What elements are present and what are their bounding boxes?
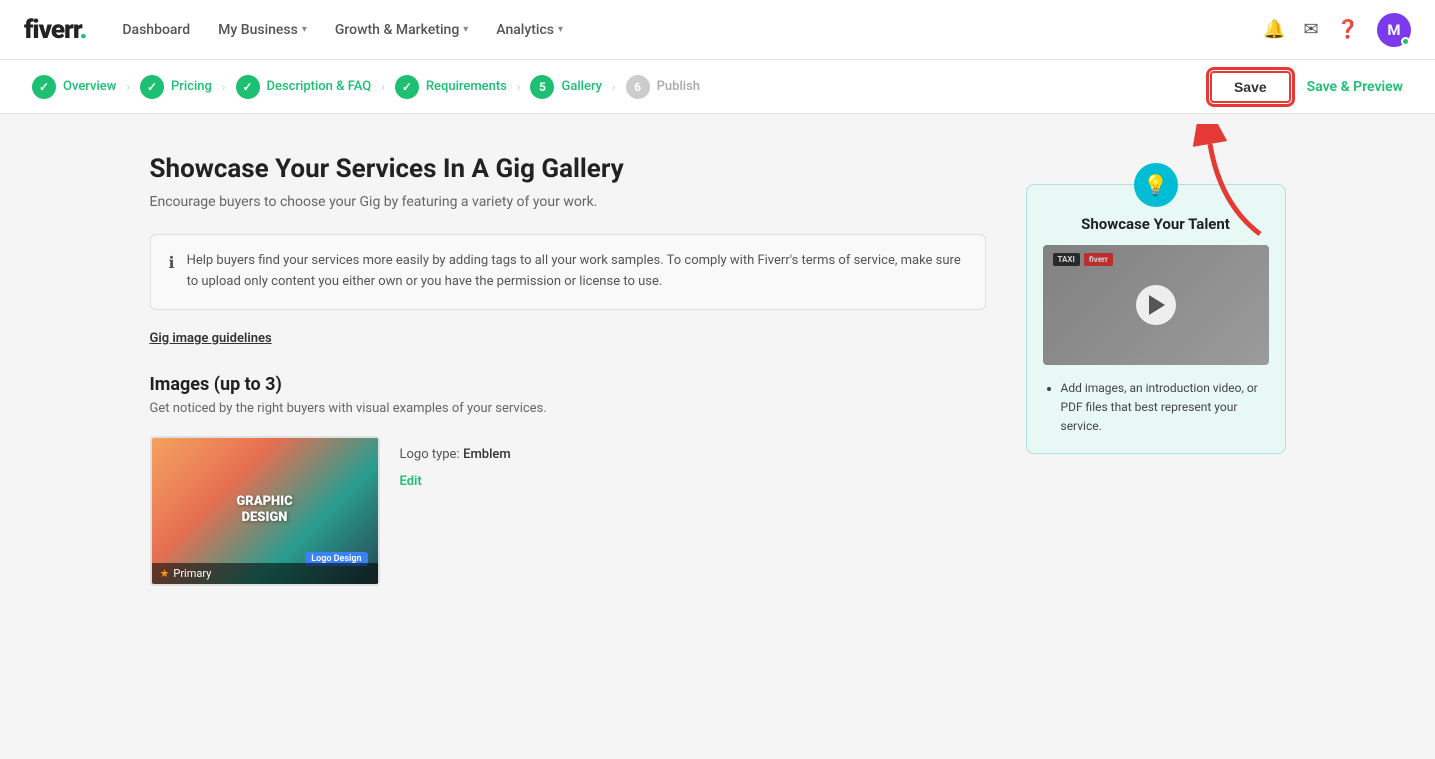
step-label-1: Overview — [63, 79, 116, 94]
info-box: ℹ Help buyers find your services more ea… — [150, 234, 986, 310]
images-section-title: Images (up to 3) — [150, 374, 986, 395]
step-label-4: Requirements — [426, 79, 507, 94]
message-icon[interactable]: ✉ — [1303, 19, 1318, 40]
logo-type-label: Logo type: — [400, 447, 460, 462]
step-requirements[interactable]: ✓ Requirements — [395, 75, 507, 99]
step-arrow-4: › — [517, 80, 521, 94]
content-left: Showcase Your Services In A Gig Gallery … — [150, 154, 986, 586]
play-triangle-icon — [1149, 295, 1165, 315]
primary-label: Primary — [173, 567, 211, 580]
step-circle-1: ✓ — [32, 75, 56, 99]
logo-text: fiverr — [24, 15, 80, 45]
chevron-down-icon: ▾ — [558, 24, 563, 35]
save-button[interactable]: Save — [1210, 71, 1291, 103]
nav-my-business[interactable]: My Business ▾ — [218, 22, 307, 38]
avatar[interactable]: M — [1377, 13, 1411, 47]
logo-dot: . — [80, 15, 87, 45]
star-icon: ★ — [160, 567, 170, 580]
step-publish[interactable]: 6 Publish — [626, 75, 700, 99]
step-circle-2: ✓ — [140, 75, 164, 99]
step-label-5: Gallery — [561, 79, 602, 94]
image-thumbnail-1: GRAPHICDESIGN Logo Design ★ Primary — [150, 436, 380, 586]
step-overview[interactable]: ✓ Overview — [32, 75, 116, 99]
step-label-6: Publish — [657, 79, 700, 94]
step-gallery[interactable]: 5 Gallery — [530, 75, 602, 99]
chevron-down-icon: ▾ — [463, 24, 468, 35]
navbar-right: 🔔 ✉ ❓ M — [1263, 13, 1411, 47]
logo-type-row: Logo type: Emblem — [400, 446, 511, 462]
save-preview-button[interactable]: Save & Preview — [1307, 79, 1403, 95]
step-circle-6: 6 — [626, 75, 650, 99]
step-pricing[interactable]: ✓ Pricing — [140, 75, 212, 99]
nav-links: Dashboard My Business ▾ Growth & Marketi… — [122, 22, 1263, 38]
tip-video-thumbnail[interactable]: TAXI fiverr — [1043, 245, 1269, 365]
images-section-subtitle: Get noticed by the right buyers with vis… — [150, 401, 986, 416]
nav-growth-marketing[interactable]: Growth & Marketing ▾ — [335, 22, 468, 38]
step-circle-3: ✓ — [236, 75, 260, 99]
step-arrow-5: › — [612, 80, 616, 94]
bell-icon[interactable]: 🔔 — [1263, 19, 1285, 40]
info-icon: ℹ — [169, 253, 175, 293]
primary-badge: ★ Primary — [152, 563, 378, 584]
info-text: Help buyers find your services more easi… — [187, 251, 967, 293]
gig-guidelines-link[interactable]: Gig image guidelines — [150, 331, 272, 346]
edit-link[interactable]: Edit — [400, 474, 511, 489]
avatar-initial: M — [1387, 21, 1400, 39]
images-row: GRAPHICDESIGN Logo Design ★ Primary Logo… — [150, 436, 986, 586]
image-card-1: GRAPHICDESIGN Logo Design ★ Primary — [150, 436, 380, 586]
step-arrow-1: › — [126, 80, 130, 94]
avatar-online-dot — [1401, 37, 1410, 46]
image-meta-area: Logo type: Emblem Edit — [400, 436, 511, 489]
logo[interactable]: fiverr. — [24, 15, 86, 45]
step-label-2: Pricing — [171, 79, 212, 94]
red-arrow — [1140, 124, 1280, 244]
step-arrow-2: › — [222, 80, 226, 94]
main-content: Showcase Your Services In A Gig Gallery … — [118, 114, 1318, 626]
page-subtitle: Encourage buyers to choose your Gig by f… — [150, 194, 986, 210]
nav-analytics[interactable]: Analytics ▾ — [496, 22, 563, 38]
help-icon[interactable]: ❓ — [1337, 19, 1359, 40]
progress-bar: ✓ Overview › ✓ Pricing › ✓ Description &… — [0, 60, 1435, 114]
progress-actions: Save Save & Preview — [1210, 71, 1403, 103]
play-button[interactable] — [1136, 285, 1176, 325]
chevron-down-icon: ▾ — [302, 24, 307, 35]
nav-dashboard[interactable]: Dashboard — [122, 22, 190, 38]
navbar: fiverr. Dashboard My Business ▾ Growth &… — [0, 0, 1435, 60]
step-arrow-3: › — [381, 80, 385, 94]
logo-type-value: Emblem — [463, 447, 511, 462]
image-text: GRAPHICDESIGN — [236, 494, 292, 528]
step-label-3: Description & FAQ — [267, 79, 372, 94]
step-circle-5: 5 — [530, 75, 554, 99]
tip-list: Add images, an introduction video, or PD… — [1043, 379, 1269, 437]
step-description-faq[interactable]: ✓ Description & FAQ — [236, 75, 372, 99]
page-title: Showcase Your Services In A Gig Gallery — [150, 154, 986, 184]
step-circle-4: ✓ — [395, 75, 419, 99]
tip-item-1: Add images, an introduction video, or PD… — [1061, 379, 1269, 437]
